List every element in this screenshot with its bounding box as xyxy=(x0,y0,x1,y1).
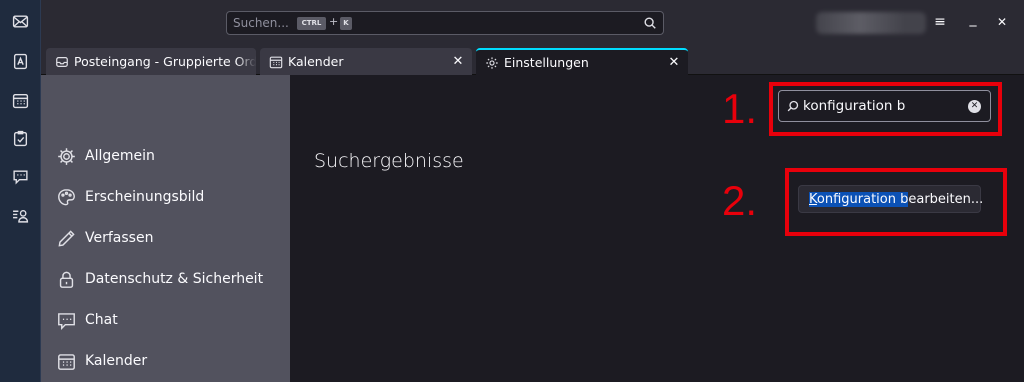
inbox-icon xyxy=(56,56,68,67)
app-window: Suchen... CTRL + K ≡ _ ✕ Posteingang - G… xyxy=(0,0,1024,382)
gear-icon xyxy=(58,147,75,165)
nav-label: Kalender xyxy=(85,353,148,369)
gear-icon xyxy=(486,56,498,69)
kbd-k: K xyxy=(340,17,352,30)
tab-label: Kalender xyxy=(288,54,344,69)
nav-label: Datenschutz & Sicherheit xyxy=(85,271,264,287)
annotation-label-2: 2. xyxy=(722,177,758,224)
nav-item-datenschutz[interactable]: Datenschutz & Sicherheit xyxy=(57,267,263,291)
close-window-button[interactable]: ✕ xyxy=(992,12,1012,32)
address-book-icon[interactable] xyxy=(8,49,32,73)
title-bar: Suchen... CTRL + K ≡ _ ✕ xyxy=(41,0,1024,45)
settings-nav: Allgemein Erscheinungsbild Verfassen Dat… xyxy=(41,75,290,382)
menu-icon[interactable]: ≡ xyxy=(930,12,950,32)
annotation-box-1 xyxy=(769,82,1002,136)
pencil-icon xyxy=(58,229,75,246)
tab-label: Einstellungen xyxy=(504,55,589,70)
settings-user-icon[interactable] xyxy=(8,203,32,227)
nav-item-chat[interactable]: Chat xyxy=(57,308,118,332)
kbd-plus: + xyxy=(329,15,339,28)
mail-icon[interactable] xyxy=(8,9,32,33)
tab-fade xyxy=(236,48,256,75)
account-blurred xyxy=(816,12,926,34)
close-icon[interactable]: ✕ xyxy=(450,54,466,69)
minimize-button[interactable]: _ xyxy=(963,9,983,29)
chat-icon xyxy=(58,312,75,330)
page-title: Suchergebnisse xyxy=(314,150,464,172)
lock-icon xyxy=(59,271,74,288)
nav-item-verfassen[interactable]: Verfassen xyxy=(57,226,153,250)
nav-item-allgemein[interactable]: Allgemein xyxy=(57,144,155,168)
tab-settings[interactable]: Einstellungen ✕ xyxy=(476,48,688,75)
chat-icon[interactable] xyxy=(8,164,32,188)
nav-label: Chat xyxy=(85,312,118,328)
nav-label: Erscheinungsbild xyxy=(85,189,205,205)
nav-item-kalender[interactable]: Kalender xyxy=(57,349,147,373)
annotation-label-1: 1. xyxy=(722,85,758,132)
calendar-icon[interactable] xyxy=(8,88,32,112)
kbd-ctrl: CTRL xyxy=(297,17,326,30)
close-icon[interactable]: ✕ xyxy=(666,55,682,70)
spaces-toolbar xyxy=(0,0,41,382)
tab-label: Posteingang - Gruppierte Ordner xyxy=(74,54,256,69)
tasks-icon[interactable] xyxy=(8,126,32,150)
tab-inbox[interactable]: Posteingang - Gruppierte Ordner xyxy=(46,48,256,75)
calendar-icon xyxy=(58,353,75,370)
tab-bar: Posteingang - Gruppierte Ordner Kalender… xyxy=(41,45,1024,75)
search-placeholder: Suchen... xyxy=(233,16,289,30)
nav-label: Allgemein xyxy=(85,148,155,164)
tab-calendar[interactable]: Kalender ✕ xyxy=(260,48,472,75)
global-search-input[interactable]: Suchen... CTRL + K xyxy=(226,11,664,35)
nav-item-erscheinungsbild[interactable]: Erscheinungsbild xyxy=(57,185,204,209)
search-icon[interactable] xyxy=(643,16,657,30)
calendar-icon xyxy=(269,56,283,68)
annotation-box-2 xyxy=(785,168,1007,236)
nav-label: Verfassen xyxy=(85,230,154,246)
settings-content: Suchergebnisse konfiguration b ✕ Konfigu… xyxy=(290,75,1024,382)
palette-icon xyxy=(58,188,75,205)
